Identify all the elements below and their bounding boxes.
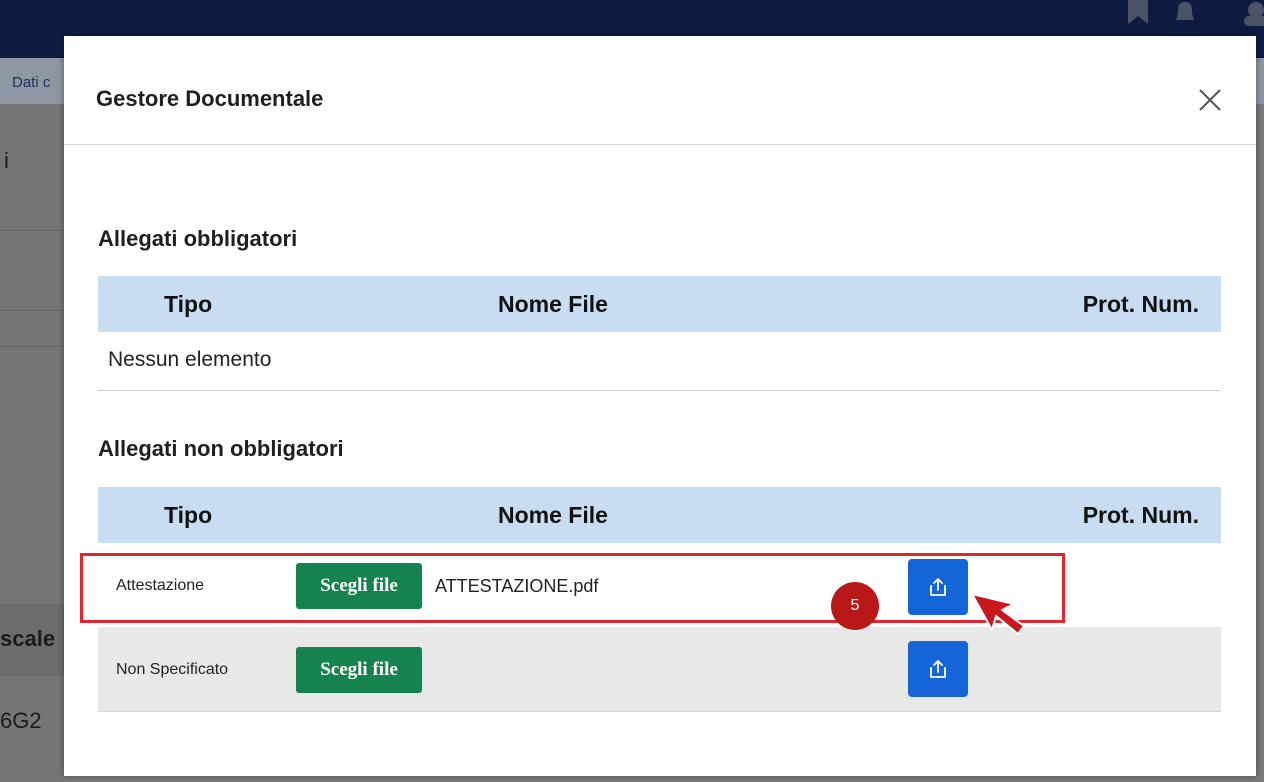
user-icon — [1238, 0, 1264, 35]
empty-table-row: Nessun elemento — [98, 332, 1221, 391]
column-header-nome-file: Nome File — [498, 502, 608, 528]
column-header-tipo: Tipo — [164, 502, 213, 528]
background-text-mid: scale — [0, 626, 56, 651]
attachment-type: Non Specificato — [116, 661, 229, 678]
background-text-bottom: 6G2 — [0, 708, 42, 733]
table-row: Non Specificato Scegli file — [98, 627, 1221, 712]
cursor-arrow-icon — [968, 588, 1028, 652]
column-header-prot-num: Prot. Num. — [1082, 502, 1199, 528]
highlight-box — [80, 553, 1065, 623]
background-divider — [0, 346, 64, 347]
document-manager-modal: Gestore Documentale Allegati obbligatori… — [64, 36, 1256, 776]
bell-icon — [1170, 0, 1200, 35]
optional-section-title: Allegati non obbligatori — [98, 436, 344, 461]
column-header-tipo: Tipo — [164, 291, 213, 317]
mandatory-section-title: Allegati obbligatori — [98, 226, 298, 251]
step-badge: 5 — [831, 582, 879, 630]
background-divider — [0, 230, 64, 231]
modal-header: Gestore Documentale — [64, 36, 1256, 145]
modal-title: Gestore Documentale — [96, 86, 324, 111]
column-header-nome-file: Nome File — [498, 291, 608, 317]
background-divider — [0, 310, 64, 311]
upload-button[interactable] — [908, 641, 968, 697]
bookmark-icon — [1124, 0, 1152, 33]
close-icon[interactable] — [1196, 86, 1224, 114]
mandatory-table-header: Tipo Nome File Prot. Num. — [98, 276, 1221, 332]
optional-table-header: Tipo Nome File Prot. Num. — [98, 487, 1221, 543]
choose-file-button[interactable]: Scegli file — [296, 647, 422, 693]
empty-message: Nessun elemento — [108, 348, 272, 371]
upload-icon — [930, 660, 946, 678]
background-panel — [0, 104, 64, 782]
background-text-top: i — [4, 148, 9, 173]
subbar-tab-label: Dati c — [12, 74, 51, 91]
column-header-prot-num: Prot. Num. — [1082, 291, 1199, 317]
